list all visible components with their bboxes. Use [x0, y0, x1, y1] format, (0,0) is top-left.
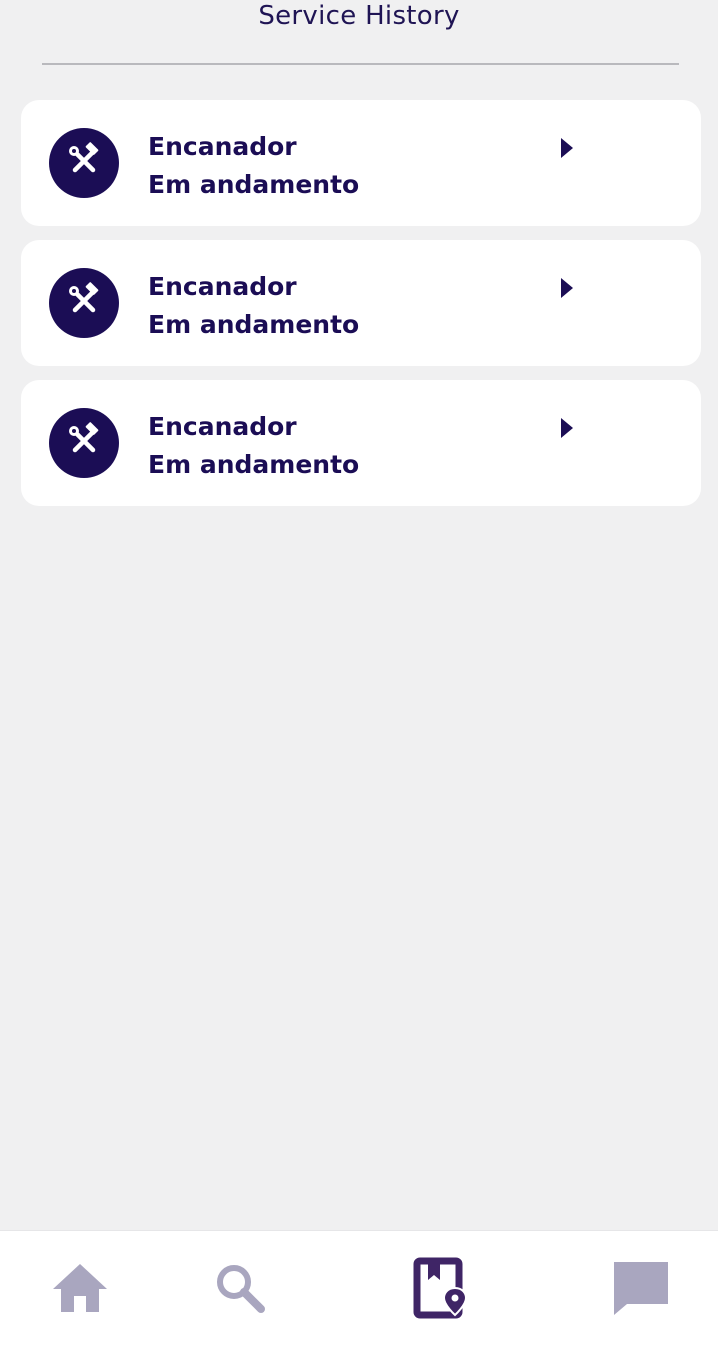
service-avatar [49, 128, 119, 198]
bottom-navigation [0, 1230, 718, 1359]
search-icon [212, 1260, 268, 1320]
service-card[interactable]: Encanador Em andamento [21, 240, 701, 366]
tools-icon [65, 422, 103, 464]
service-card[interactable]: Encanador Em andamento [21, 380, 701, 506]
service-status: Em andamento [148, 170, 360, 199]
service-status: Em andamento [148, 310, 360, 339]
service-text: Encanador Em andamento [148, 128, 359, 204]
nav-service-history-button[interactable] [392, 1231, 492, 1359]
service-history-icon [413, 1257, 471, 1323]
chevron-right-icon [561, 138, 573, 158]
service-avatar [49, 268, 119, 338]
nav-chat-button[interactable] [591, 1231, 691, 1359]
nav-search-button[interactable] [190, 1231, 290, 1359]
service-name: Encanador [148, 272, 297, 301]
chevron-right-icon [561, 418, 573, 438]
chevron-right-icon [561, 278, 573, 298]
service-card[interactable]: Encanador Em andamento [21, 100, 701, 226]
service-text: Encanador Em andamento [148, 408, 359, 484]
home-icon [51, 1262, 109, 1318]
chat-icon [610, 1258, 672, 1322]
service-text: Encanador Em andamento [148, 268, 359, 344]
service-name: Encanador [148, 412, 297, 441]
header-divider [42, 63, 679, 65]
tools-icon [65, 142, 103, 184]
service-status: Em andamento [148, 450, 360, 479]
nav-home-button[interactable] [30, 1231, 130, 1359]
service-avatar [49, 408, 119, 478]
page-title: Service History [258, 1, 460, 31]
tools-icon [65, 282, 103, 324]
service-list: Encanador Em andamento Encanador Em anda… [21, 100, 701, 520]
service-name: Encanador [148, 132, 297, 161]
